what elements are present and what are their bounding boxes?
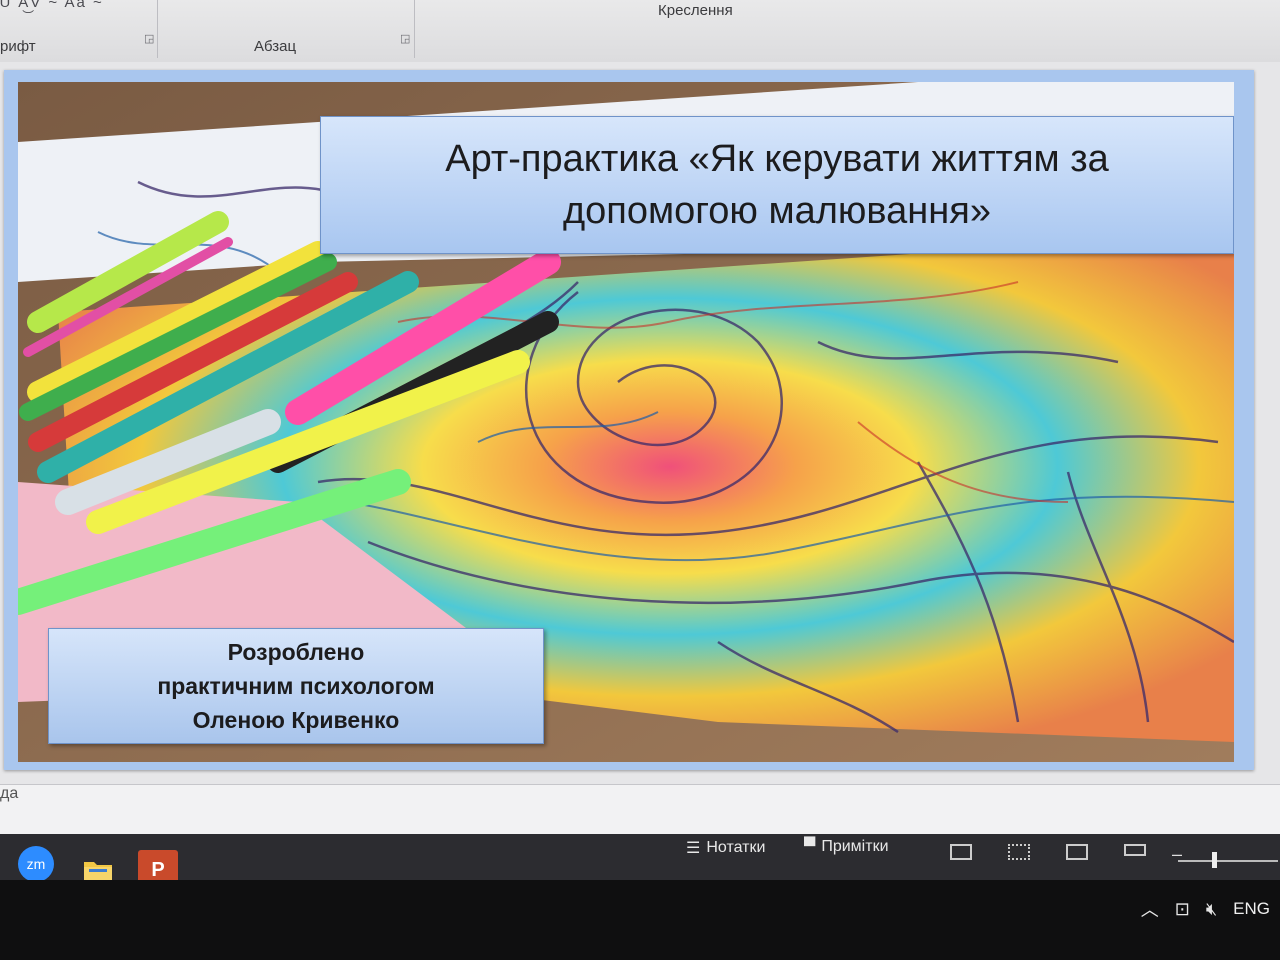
system-tray: ︿ ⊡ 🔇︎ ENG bbox=[1141, 896, 1270, 922]
font-group-label: рифт bbox=[0, 38, 36, 55]
drawing-group-label: Креслення bbox=[658, 2, 733, 19]
paragraph-group-label: Абзац bbox=[254, 38, 297, 55]
slide[interactable]: Арт-практика «Як керувати життям за допо… bbox=[4, 70, 1254, 770]
system-tray-area: ︿ ⊡ 🔇︎ ENG bbox=[0, 880, 1280, 960]
slide-title-box[interactable]: Арт-практика «Як керувати життям за допо… bbox=[320, 116, 1234, 254]
author-text-box[interactable]: Розроблено практичним психологом Оленою … bbox=[48, 628, 544, 744]
notes-placeholder: да bbox=[0, 785, 19, 802]
author-line-3: Оленою Кривенко bbox=[192, 707, 400, 733]
ribbon-separator bbox=[157, 0, 158, 58]
network-icon[interactable]: ⊡ bbox=[1175, 899, 1190, 920]
chevron-up-icon[interactable]: ︿ bbox=[1141, 896, 1159, 922]
author-line-1: Розроблено bbox=[227, 639, 365, 665]
notes-pane[interactable]: да bbox=[0, 784, 1280, 835]
editor-workspace: Арт-практика «Як керувати життям за допо… bbox=[0, 62, 1280, 835]
language-indicator[interactable]: ENG bbox=[1233, 899, 1270, 919]
font-tools[interactable]: Ꮜ A͜V ~ Aa ~ bbox=[0, 0, 104, 11]
zoom-app-icon[interactable]: zm bbox=[18, 846, 54, 882]
slide-background-photo: Арт-практика «Як керувати життям за допо… bbox=[18, 82, 1234, 762]
volume-muted-icon[interactable]: 🔇︎ bbox=[1206, 899, 1217, 920]
slide-title: Арт-практика «Як керувати життям за допо… bbox=[445, 138, 1109, 232]
ribbon: Ꮜ A͜V ~ Aa ~ рифт ◲ Абзац ◲ Креслення bbox=[0, 0, 1280, 63]
font-dialog-launcher-icon[interactable]: ◲ bbox=[144, 32, 154, 45]
author-line-2: практичним психологом bbox=[157, 673, 435, 699]
paragraph-dialog-launcher-icon[interactable]: ◲ bbox=[400, 32, 410, 45]
ribbon-separator bbox=[414, 0, 415, 58]
